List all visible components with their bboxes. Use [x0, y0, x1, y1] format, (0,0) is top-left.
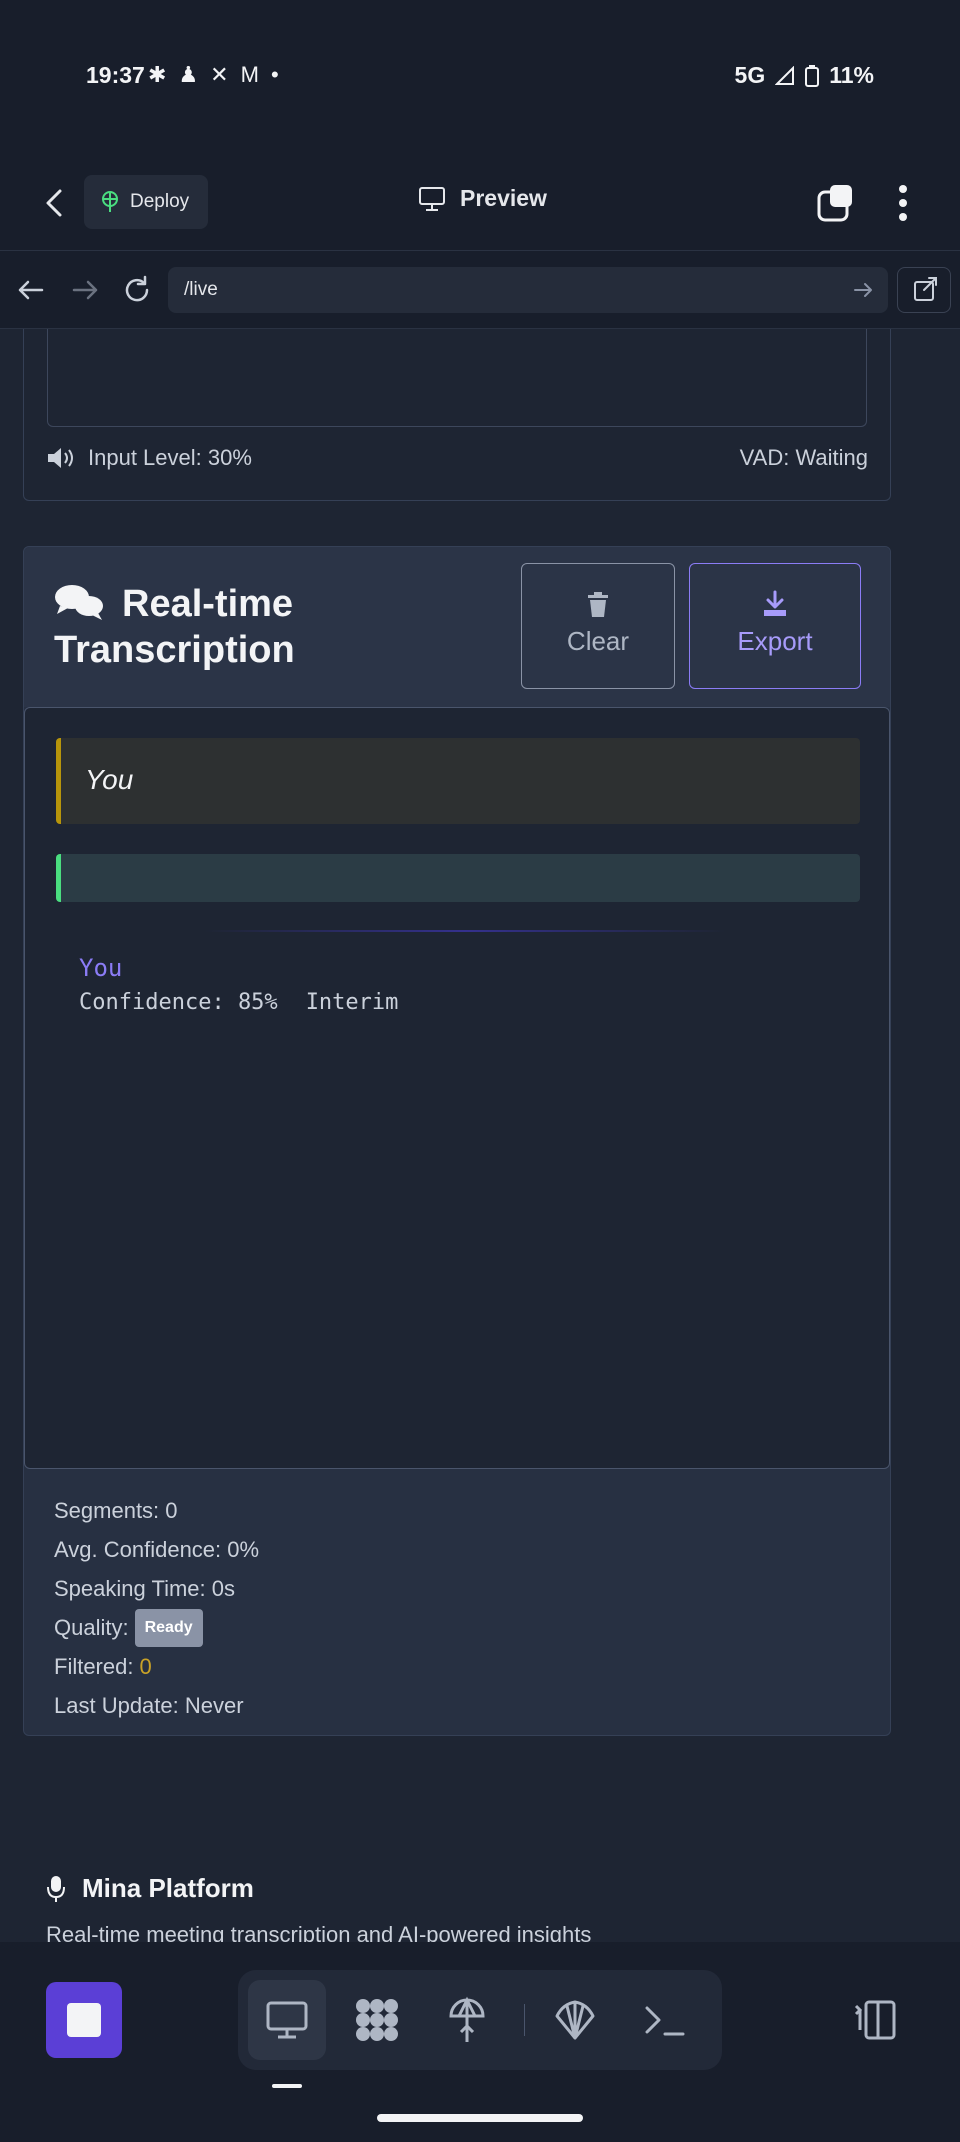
- stat-speaking-time: Speaking Time: 0s: [54, 1575, 235, 1601]
- open-external-button[interactable]: [897, 267, 951, 313]
- tool-separator: [524, 2004, 525, 2036]
- status-bar: 19:37 ✱ ♟ ✕ M • 5G 11%: [0, 0, 960, 155]
- arrow-left-icon: [18, 280, 44, 300]
- transcription-title: Real-time Transcription: [54, 581, 474, 673]
- external-link-icon: [914, 277, 937, 301]
- deploy-label: Deploy: [130, 191, 190, 212]
- home-indicator[interactable]: [377, 2114, 583, 2122]
- signal-icon: [775, 65, 795, 85]
- stat-quality: Quality: Ready: [54, 1608, 259, 1647]
- stat-segments: Segments: 0: [54, 1497, 178, 1523]
- panel-toggle-icon: [854, 2000, 896, 2040]
- deploy-icon: [102, 191, 118, 212]
- terminal-tool-button[interactable]: [626, 1980, 704, 2060]
- shell-tool-button[interactable]: [536, 1980, 614, 2060]
- workflows-icon: [356, 1999, 398, 2041]
- microphone-icon: [47, 1875, 65, 1902]
- transcript-area[interactable]: You You Confidence: 85% Interim: [24, 707, 890, 1469]
- deploy-icon: [449, 1996, 485, 2042]
- interim-speaker: You: [79, 954, 123, 982]
- quality-badge: Ready: [134, 1608, 203, 1647]
- bottom-toolbar: [0, 1942, 960, 2142]
- quality-label: Quality:: [54, 1614, 129, 1640]
- export-button[interactable]: Export: [689, 563, 861, 689]
- tool-group: [238, 1970, 722, 2070]
- status-time: 19:37: [86, 62, 145, 88]
- tabs-button[interactable]: [816, 183, 856, 223]
- deploy-button[interactable]: Deploy: [84, 175, 208, 229]
- interim-segment: You: [56, 738, 860, 824]
- stat-avg-confidence: Avg. Confidence: 0%: [54, 1536, 260, 1562]
- input-level-label: Input Level: 30%: [88, 445, 252, 470]
- workflows-tool-button[interactable]: [338, 1980, 416, 2060]
- interim-status: Interim: [305, 990, 399, 1015]
- url-text: /live: [184, 279, 218, 300]
- monitor-icon: [266, 2001, 308, 2039]
- divider: [205, 930, 725, 932]
- terminal-icon: [645, 2006, 685, 2036]
- transcription-card: Real-time Transcription Clear Export You…: [23, 546, 891, 1736]
- reload-icon: [125, 275, 149, 302]
- preview-label: Preview: [460, 185, 547, 211]
- footer-title: Mina Platform: [82, 1873, 254, 1903]
- filtered-value: 0: [139, 1653, 152, 1679]
- snapchat-icon: ♟: [178, 62, 199, 87]
- system-indicators: 5G 11%: [735, 62, 874, 89]
- browser-back-button[interactable]: [14, 273, 48, 307]
- export-label: Export: [737, 626, 813, 656]
- arrow-right-icon: [72, 280, 98, 300]
- transcription-stats: Segments: 0 Avg. Confidence: 0% Speaking…: [54, 1491, 259, 1725]
- shell-icon: [555, 2000, 595, 2040]
- chat-bubbles-icon: [55, 585, 103, 620]
- interim-meta: Confidence: 85% Interim: [79, 990, 398, 1015]
- trash-icon: [588, 592, 608, 617]
- waveform-box: [47, 329, 867, 427]
- stop-button[interactable]: [46, 1982, 122, 2058]
- dot-icon: •: [270, 62, 279, 87]
- reload-button[interactable]: [120, 273, 154, 307]
- download-icon: [764, 590, 786, 616]
- preview-tab[interactable]: Preview: [418, 185, 547, 212]
- segment-speaker: You: [85, 764, 134, 795]
- browser-forward-button[interactable]: [68, 273, 102, 307]
- x-icon: ✕: [210, 62, 229, 87]
- preview-tool-button[interactable]: [248, 1980, 326, 2060]
- battery-icon: [805, 64, 820, 87]
- panel-toggle-button[interactable]: [852, 1998, 898, 2042]
- back-button[interactable]: [36, 181, 76, 225]
- stat-filtered: Filtered: 0: [54, 1647, 259, 1686]
- audio-input-panel: Input Level: 30% VAD: Waiting: [23, 329, 891, 501]
- more-vertical-icon: [899, 185, 907, 221]
- footer-brand: Mina Platform: [46, 1873, 254, 1904]
- final-segment: [56, 854, 860, 902]
- volume-icon: [48, 448, 73, 468]
- stop-icon: [67, 2003, 101, 2037]
- input-level: Input Level: 30%: [46, 445, 252, 471]
- browser-toolbar: /live: [0, 251, 960, 329]
- url-input[interactable]: /live: [168, 267, 888, 313]
- more-menu-button[interactable]: [888, 181, 918, 225]
- active-tool-indicator: [272, 2084, 302, 2088]
- network-label: 5G: [734, 62, 766, 88]
- notification-icons: ✱ ♟ ✕ M •: [148, 62, 279, 88]
- monitor-icon: [419, 186, 445, 211]
- go-arrow-icon[interactable]: [852, 279, 874, 301]
- deploy-tool-button[interactable]: [428, 1980, 506, 2060]
- clear-label: Clear: [566, 626, 630, 656]
- vad-status: VAD: Waiting: [739, 445, 868, 470]
- app-header: Deploy Preview: [0, 155, 960, 251]
- confidence-text: Confidence: 85%: [79, 990, 278, 1015]
- stat-last-update: Last Update: Never: [54, 1692, 244, 1718]
- clear-button[interactable]: Clear: [521, 563, 675, 689]
- tabs-icon: [817, 185, 852, 222]
- transcription-header: Real-time Transcription Clear Export: [24, 547, 890, 707]
- gmail-icon: M: [240, 62, 259, 87]
- slack-icon: ✱: [148, 62, 167, 87]
- battery-label: 11%: [829, 62, 874, 88]
- filtered-label: Filtered:: [54, 1653, 134, 1679]
- chevron-left-icon: [46, 189, 62, 217]
